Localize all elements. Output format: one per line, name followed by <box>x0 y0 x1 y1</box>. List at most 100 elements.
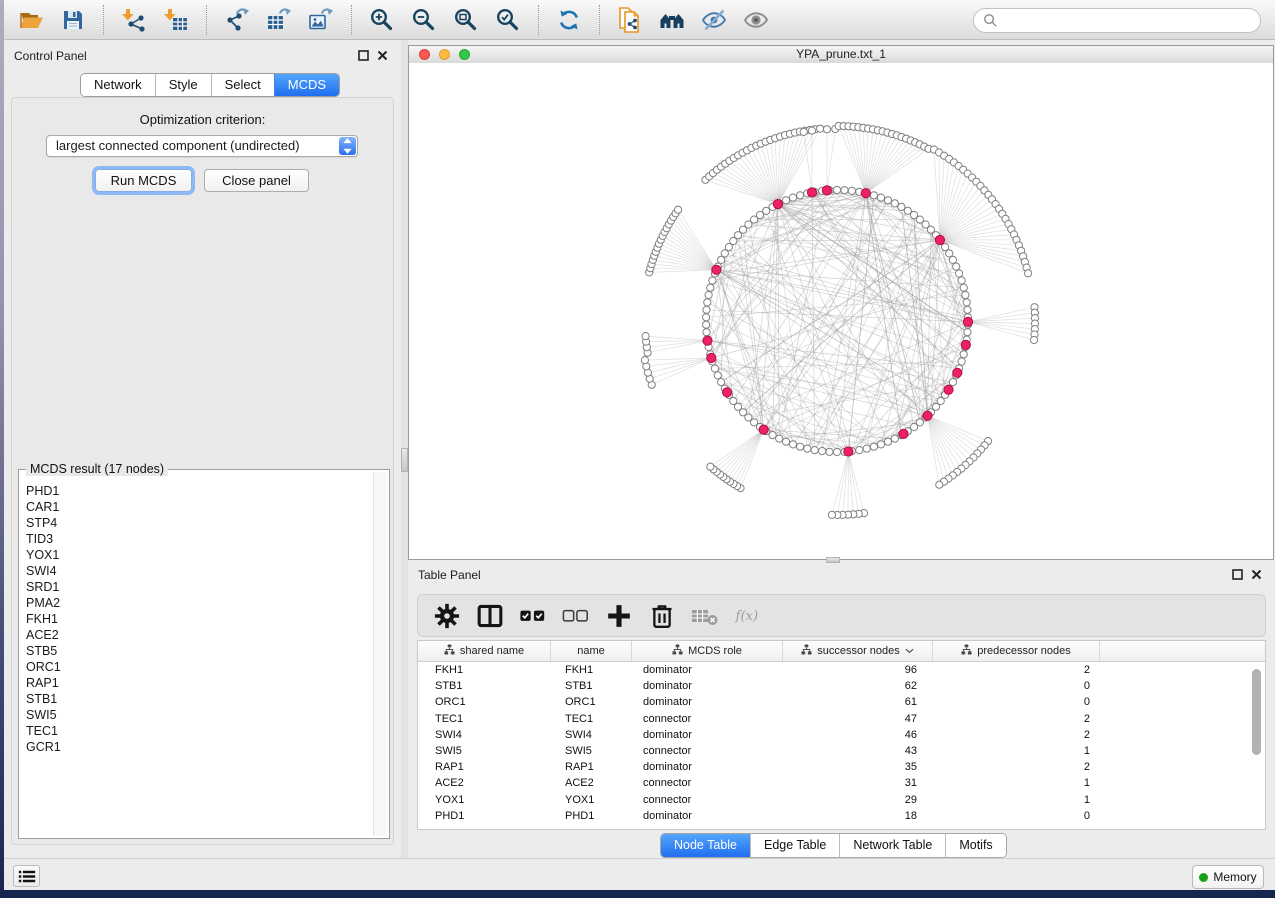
columns-icon[interactable] <box>476 603 504 629</box>
table-cell[interactable]: ORC1 <box>551 696 632 708</box>
table-row[interactable]: SWI4SWI4dominator462 <box>418 727 1265 743</box>
table-cell[interactable]: 31 <box>783 777 933 789</box>
mcds-result-item[interactable]: STB1 <box>26 691 371 707</box>
table-row[interactable]: YOX1YOX1connector291 <box>418 792 1265 808</box>
table-row[interactable]: TEC1TEC1connector472 <box>418 711 1265 727</box>
mcds-result-item[interactable]: SWI4 <box>26 563 371 579</box>
zoom-fit-icon[interactable] <box>451 5 481 35</box>
table-cell[interactable]: SWI5 <box>551 745 632 757</box>
mcds-result-item[interactable]: STB5 <box>26 643 371 659</box>
table-row[interactable]: STB1STB1dominator620 <box>418 678 1265 694</box>
table-cell[interactable]: dominator <box>632 664 783 676</box>
mcds-result-item[interactable]: ORC1 <box>26 659 371 675</box>
tab-mcds[interactable]: MCDS <box>274 74 339 96</box>
select-all-icon[interactable] <box>519 603 547 629</box>
zoom-out-icon[interactable] <box>409 5 439 35</box>
mcds-result-item[interactable]: SWI5 <box>26 707 371 723</box>
mcds-result-item[interactable]: TID3 <box>26 531 371 547</box>
table-cell[interactable]: ACE2 <box>551 777 632 789</box>
table-cell[interactable]: 0 <box>933 680 1100 692</box>
column-header-shared-name[interactable]: shared name <box>418 641 551 661</box>
column-header-MCDS-role[interactable]: MCDS role <box>632 641 783 661</box>
tab-style[interactable]: Style <box>155 74 211 96</box>
table-row[interactable]: FKH1FKH1dominator962 <box>418 662 1265 678</box>
table-cell[interactable]: 1 <box>933 794 1100 806</box>
table-scrollbar-thumb[interactable] <box>1252 669 1261 755</box>
mcds-result-scrollbar[interactable] <box>373 472 387 836</box>
mcds-result-item[interactable]: RAP1 <box>26 675 371 691</box>
table-cell[interactable]: 1 <box>933 745 1100 757</box>
memory-button[interactable]: Memory <box>1192 865 1264 889</box>
table-cell[interactable]: 0 <box>933 810 1100 822</box>
tab-network[interactable]: Network <box>81 74 155 96</box>
table-cell[interactable]: 18 <box>783 810 933 822</box>
table-row[interactable]: RAP1RAP1dominator352 <box>418 759 1265 775</box>
table-cell[interactable]: dominator <box>632 729 783 741</box>
table-cell[interactable]: PHD1 <box>551 810 632 822</box>
add-column-icon[interactable] <box>605 603 633 629</box>
deselect-all-icon[interactable] <box>562 603 590 629</box>
table-cell[interactable]: YOX1 <box>551 794 632 806</box>
table-cell[interactable]: 61 <box>783 696 933 708</box>
maximize-window-icon[interactable] <box>459 49 470 60</box>
zoom-selected-icon[interactable] <box>493 5 523 35</box>
export-image-icon[interactable] <box>306 5 336 35</box>
vertical-splitter-handle[interactable] <box>401 448 408 472</box>
table-row[interactable]: ACE2ACE2connector311 <box>418 775 1265 791</box>
table-cell[interactable]: STB1 <box>418 680 551 692</box>
search-box[interactable] <box>973 8 1261 33</box>
tab-edge-table[interactable]: Edge Table <box>750 834 839 857</box>
table-cell[interactable]: ACE2 <box>418 777 551 789</box>
table-row[interactable]: SWI5SWI5connector431 <box>418 743 1265 759</box>
mcds-result-item[interactable]: GCR1 <box>26 739 371 755</box>
mcds-result-item[interactable]: STP4 <box>26 515 371 531</box>
float-window-icon[interactable] <box>358 50 369 61</box>
table-cell[interactable]: SWI4 <box>551 729 632 741</box>
gear-icon[interactable] <box>433 603 461 629</box>
mcds-result-item[interactable]: YOX1 <box>26 547 371 563</box>
table-cell[interactable]: 43 <box>783 745 933 757</box>
table-cell[interactable]: 47 <box>783 713 933 725</box>
import-network-icon[interactable] <box>119 5 149 35</box>
tab-network-table[interactable]: Network Table <box>839 834 945 857</box>
mcds-result-item[interactable]: PHD1 <box>26 483 371 499</box>
close-panel-button[interactable]: Close panel <box>204 169 309 192</box>
run-mcds-button[interactable]: Run MCDS <box>95 169 192 192</box>
optimization-criterion-dropdown[interactable]: largest connected component (undirected) <box>46 135 358 157</box>
table-cell[interactable]: RAP1 <box>551 761 632 773</box>
export-network-icon[interactable] <box>222 5 252 35</box>
table-cell[interactable]: connector <box>632 713 783 725</box>
task-list-button[interactable] <box>13 865 40 887</box>
column-header-successor-nodes[interactable]: successor nodes <box>783 641 933 661</box>
table-cell[interactable]: 2 <box>933 664 1100 676</box>
table-cell[interactable]: FKH1 <box>551 664 632 676</box>
table-cell[interactable]: ORC1 <box>418 696 551 708</box>
tab-node-table[interactable]: Node Table <box>661 834 750 857</box>
table-cell[interactable]: 2 <box>933 729 1100 741</box>
table-cell[interactable]: dominator <box>632 680 783 692</box>
tab-select[interactable]: Select <box>211 74 274 96</box>
zoom-in-icon[interactable] <box>367 5 397 35</box>
close-table-panel-icon[interactable] <box>1251 569 1262 580</box>
open-session-icon[interactable] <box>16 5 46 35</box>
mcds-result-item[interactable]: TEC1 <box>26 723 371 739</box>
column-header-predecessor-nodes[interactable]: predecessor nodes <box>933 641 1100 661</box>
import-table-icon[interactable] <box>161 5 191 35</box>
table-cell[interactable]: SWI5 <box>418 745 551 757</box>
table-cell[interactable]: connector <box>632 745 783 757</box>
mcds-result-item[interactable]: CAR1 <box>26 499 371 515</box>
table-cell[interactable]: 35 <box>783 761 933 773</box>
float-table-panel-icon[interactable] <box>1232 569 1243 580</box>
mcds-result-item[interactable]: ACE2 <box>26 627 371 643</box>
minimize-window-icon[interactable] <box>439 49 450 60</box>
table-cell[interactable]: 62 <box>783 680 933 692</box>
eye-icon[interactable] <box>741 5 771 35</box>
table-cell[interactable]: 2 <box>933 761 1100 773</box>
table-cell[interactable]: dominator <box>632 810 783 822</box>
delete-column-icon[interactable] <box>648 603 676 629</box>
close-window-icon[interactable] <box>419 49 430 60</box>
export-table-icon[interactable] <box>264 5 294 35</box>
table-cell[interactable]: dominator <box>632 696 783 708</box>
table-cell[interactable]: STB1 <box>551 680 632 692</box>
table-cell[interactable]: connector <box>632 777 783 789</box>
